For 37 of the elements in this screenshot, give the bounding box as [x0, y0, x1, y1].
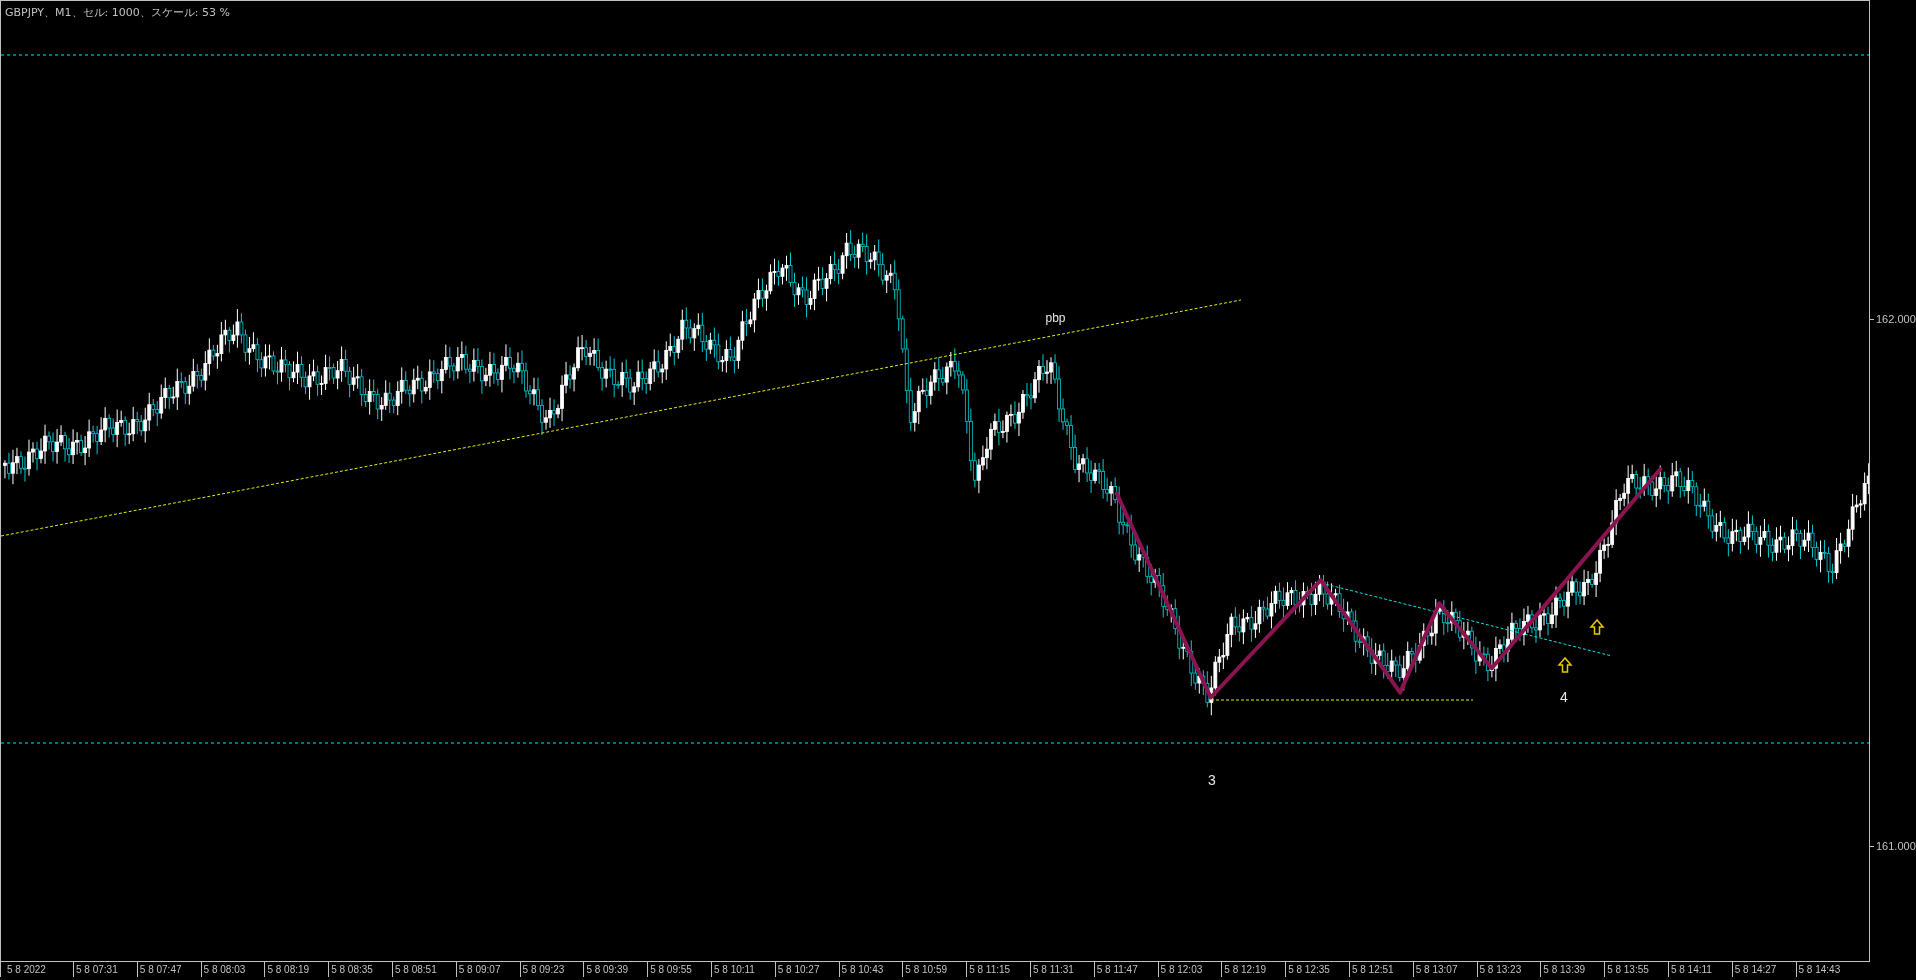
time-label: 5 8 13:39 [1543, 964, 1586, 975]
time-label: 5 8 10:59 [905, 964, 948, 975]
time-label: 5 8 08:19 [267, 964, 310, 975]
time-label: 5 8 10:11 [713, 964, 755, 975]
time-label: 5 8 13:07 [1415, 964, 1458, 975]
time-label: 5 8 07:47 [139, 964, 182, 975]
time-label: 5 8 07:31 [76, 964, 118, 975]
time-label: 5 8 12:35 [1288, 964, 1330, 975]
chart-label: 4 [1559, 689, 1568, 706]
time-label: 5 8 11:31 [1032, 964, 1074, 975]
time-label: 5 8 12:51 [1351, 964, 1394, 975]
chart-label: pbp [1045, 311, 1066, 326]
time-label: 5 8 10:27 [777, 964, 820, 975]
time-label: 5 8 09:39 [586, 964, 629, 975]
chart-title: GBPJPY、M1、セル: 1000、スケール: 53 % [5, 5, 230, 21]
time-label: 5 8 12:19 [1224, 964, 1267, 975]
time-label: 5 8 08:03 [203, 964, 246, 975]
up-arrow-icon [1557, 656, 1573, 673]
time-label: 5 8 08:35 [331, 964, 373, 975]
up-arrow-icon [1589, 618, 1605, 635]
time-label: 5 8 14:27 [1734, 964, 1777, 975]
time-label: 5 8 2022 [7, 964, 46, 975]
time-label: 5 8 11:47 [1096, 964, 1138, 975]
chart-label: 3 [1208, 772, 1216, 789]
time-label: 5 8 14:43 [1798, 964, 1841, 975]
time-label: 5 8 11:15 [969, 964, 1011, 975]
time-label: 5 8 09:23 [522, 964, 565, 975]
time-label: 5 8 13:55 [1607, 964, 1649, 975]
time-label: 5 8 09:55 [650, 964, 692, 975]
price-label: 162.000 [1876, 312, 1916, 327]
time-label: 5 8 14:11 [1670, 964, 1712, 975]
time-label: 5 8 10:43 [841, 964, 884, 975]
time-label: 5 8 08:51 [395, 964, 437, 975]
time-label: 5 8 13:23 [1479, 964, 1522, 975]
time-label: 5 8 09:07 [458, 964, 501, 975]
price-label: 161.000 [1876, 839, 1916, 854]
time-label: 5 8 12:03 [1160, 964, 1203, 975]
